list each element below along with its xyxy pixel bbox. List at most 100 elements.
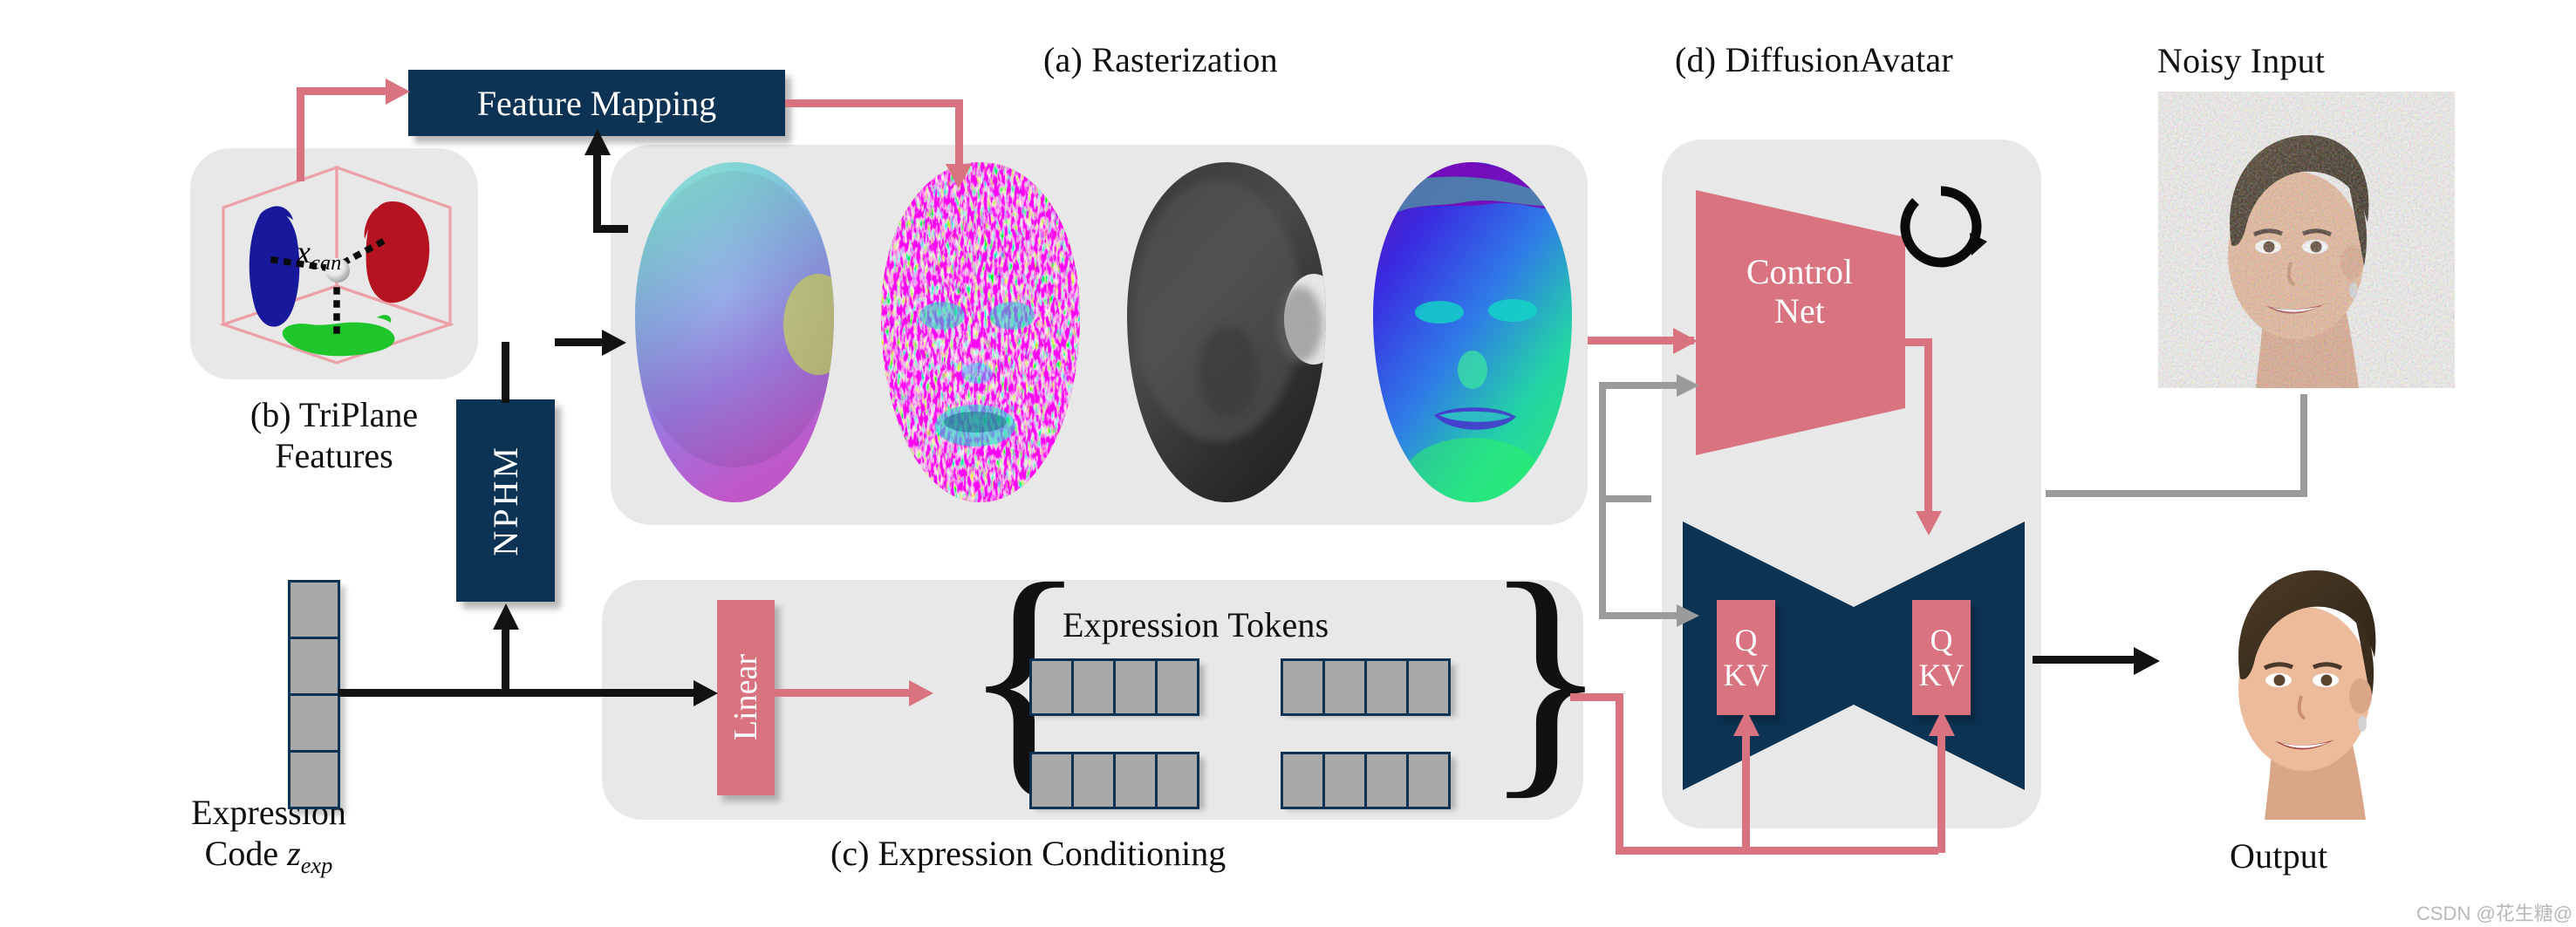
nphm-box[interactable]: NPHM (456, 399, 555, 602)
arrow-expcode-to-nphm-horizontal (338, 689, 502, 697)
controlnet-label-line2: Net (1774, 290, 1825, 331)
attention-kv-label-left: KV (1723, 658, 1769, 692)
attention-block-right[interactable]: Q KV (1912, 600, 1971, 715)
triplane-caption-line2: Features (275, 436, 393, 476)
attention-kv-label-right: KV (1918, 658, 1964, 692)
expression-code-caption: Expression Code zexp (112, 792, 426, 879)
expression-token-cell (1364, 752, 1409, 809)
arrow-attention-right-feed (1937, 731, 1945, 853)
x-can-label: xcan (297, 235, 342, 276)
arrow-noisy-input-horizontal (2046, 490, 2307, 497)
nphm-label: NPHM (486, 445, 525, 556)
arrow-nphm-up-vertical (502, 342, 509, 403)
expression-token-group (1281, 752, 1451, 809)
expression-code-cell (288, 750, 340, 809)
arrow-head-into-rasterization (946, 164, 972, 188)
expression-tokens-title: Expression Tokens (1063, 605, 1329, 644)
linear-box[interactable]: Linear (717, 600, 775, 795)
noisy-input-image (2158, 92, 2455, 388)
expression-conditioning-caption: (c) Expression Conditioning (830, 834, 1227, 873)
arrow-feature-mapping-out-horizontal (785, 99, 963, 107)
arrow-head-nphm-to-rasterization (602, 330, 626, 356)
arrow-head-into-nphm (493, 603, 519, 630)
rasterization-title: (a) Rasterization (1043, 40, 1278, 79)
expression-token-cell (1113, 752, 1158, 809)
expression-token-cell (1281, 658, 1325, 716)
controlnet-label: Control Net (1691, 252, 1909, 331)
diffusion-avatar-title: (d) DiffusionAvatar (1675, 40, 1953, 79)
expression-token-cell (1322, 658, 1367, 716)
expression-code-line1: Expression (191, 793, 346, 832)
linear-label: Linear (727, 654, 764, 741)
render-normal-map (1373, 162, 1572, 502)
arrow-head-linear-to-tokens (909, 680, 933, 706)
expression-token-cell (1406, 658, 1451, 716)
triplane-caption-line1: (b) TriPlane (249, 395, 419, 434)
noisy-input-label: Noisy Input (2157, 41, 2326, 80)
skip-connection-branch-bottom (1599, 612, 1686, 619)
expression-token-cell (1071, 752, 1116, 809)
feature-mapping-box[interactable]: Feature Mapping (408, 70, 785, 136)
expression-code-line2: Code zexp (204, 834, 333, 879)
arrow-linear-to-tokens (775, 689, 916, 697)
arrow-triplane-to-feature-mapping-vertical (297, 87, 304, 181)
expression-token-group (1029, 752, 1199, 809)
watermark: CSDN @花生糖@ (2416, 903, 2573, 924)
expression-code-cell (288, 637, 340, 696)
expression-token-cell (1322, 752, 1367, 809)
expression-token-cell (1029, 658, 1074, 716)
expression-code-cell (288, 693, 340, 753)
arrow-head-into-linear (694, 680, 718, 706)
arrow-noisy-input-vertical (2300, 394, 2307, 495)
arrow-controlnet-out-vertical (1924, 338, 1932, 518)
loop-icon (1900, 186, 1987, 268)
render-depth-map (1127, 162, 1326, 502)
skip-connection-branch-mid (1599, 495, 1651, 502)
skip-connection-branch-top (1599, 382, 1686, 389)
arrow-nphm-to-rasterization (555, 338, 609, 346)
arrow-triplane-to-feature-mapping-horizontal (297, 87, 393, 95)
expression-token-cell (1029, 752, 1074, 809)
arrow-head-attention-left (1733, 710, 1759, 736)
expression-token-cell (1071, 658, 1116, 716)
arrow-attention-left-feed (1742, 731, 1750, 853)
output-label: Output (2230, 836, 2328, 876)
arrow-expcode-to-linear (502, 689, 700, 697)
attention-q-label-right: Q (1930, 622, 1953, 658)
arrow-feature-mapping-out-vertical (955, 99, 963, 169)
render-canonical-coordinate-map (635, 162, 834, 502)
rasterization-maps (635, 162, 1572, 502)
expression-tokens-brace-right: } (1483, 530, 1609, 820)
triplane-caption: (b) TriPlane Features (164, 394, 504, 476)
arrow-controlnet-out-horizontal (1876, 338, 1931, 346)
arrow-head-skip-top (1677, 374, 1699, 397)
arrow-tokens-to-attention-down (1616, 693, 1623, 855)
triplane-plane-blue (249, 206, 300, 327)
arrow-unet-to-output (2033, 656, 2142, 664)
expression-token-group (1029, 658, 1199, 716)
expression-code-line2-text: Code (204, 834, 288, 874)
arrow-tokens-bus-horizontal (1616, 847, 1938, 855)
arrow-head-skip-bottom (1677, 604, 1699, 627)
attention-block-left[interactable]: Q KV (1717, 600, 1775, 715)
expression-token-cell (1406, 752, 1451, 809)
expression-token-cell (1155, 658, 1199, 716)
arrow-head-to-output (2134, 647, 2160, 675)
render-feature-map (881, 162, 1080, 502)
attention-q-label-left: Q (1734, 622, 1758, 658)
expression-token-cell (1113, 658, 1158, 716)
expression-token-cell (1364, 658, 1409, 716)
arrow-head-into-controlnet (1673, 328, 1698, 354)
arrow-head-feature-mapping-bottom (584, 129, 611, 155)
arrow-tokens-to-attention-horizontal (1570, 693, 1623, 701)
arrow-expcode-to-nphm-vertical (502, 624, 509, 694)
expression-token-cell (1281, 752, 1325, 809)
controlnet-label-line1: Control (1746, 252, 1854, 291)
expression-code-cell (288, 580, 340, 639)
expression-token-cell (1155, 752, 1199, 809)
output-image (2179, 532, 2441, 820)
triplane-plane-red (364, 201, 430, 303)
feature-mapping-label: Feature Mapping (476, 83, 717, 123)
arrow-head-attention-right (1929, 710, 1955, 736)
arrow-head-to-feature-mapping (386, 78, 410, 105)
